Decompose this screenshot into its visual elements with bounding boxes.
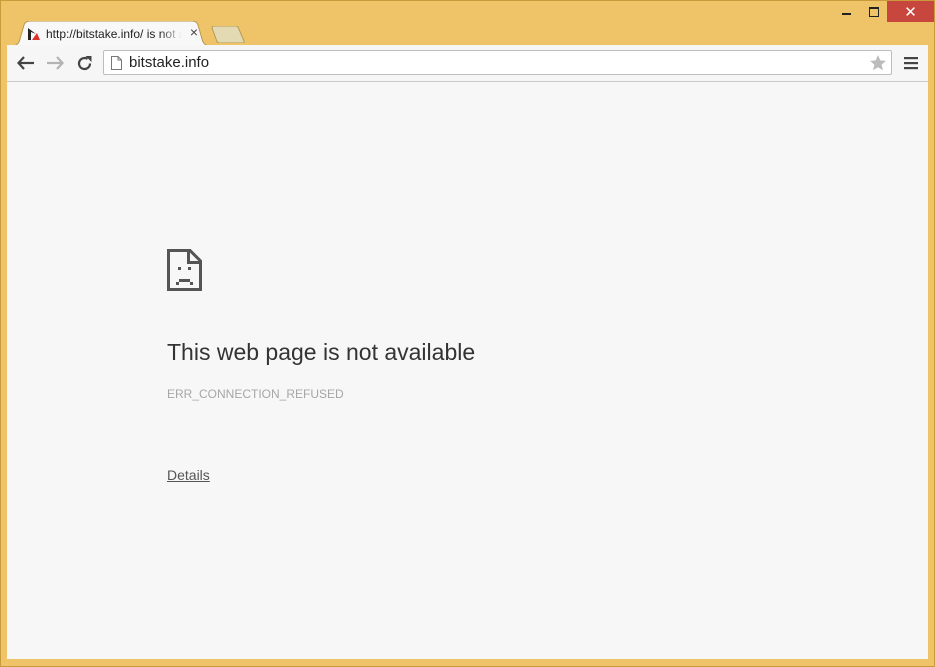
- page-content: This web page is not available ERR_CONNE…: [7, 82, 928, 659]
- arrow-right-icon: [47, 56, 64, 70]
- menu-button[interactable]: [900, 52, 922, 74]
- details-link[interactable]: Details: [167, 467, 210, 483]
- address-bar[interactable]: [103, 50, 892, 75]
- back-button[interactable]: [15, 52, 37, 74]
- close-icon: ✕: [904, 3, 917, 21]
- page-icon: [111, 56, 122, 70]
- error-title: This web page is not available: [167, 339, 476, 365]
- arrow-left-icon: [17, 56, 34, 70]
- browser-window: http://bitstake.info/ is not available ×…: [0, 0, 935, 667]
- minimize-icon: [842, 13, 851, 15]
- reload-button[interactable]: [73, 52, 95, 74]
- minimize-button[interactable]: [833, 1, 860, 22]
- reload-icon: [77, 55, 91, 70]
- maximize-button[interactable]: [860, 1, 887, 22]
- maximize-icon: [868, 6, 879, 17]
- toolbar: [7, 45, 928, 82]
- close-button[interactable]: ✕: [887, 1, 934, 22]
- tab-title: http://bitstake.info/ is not available: [46, 27, 182, 41]
- hamburger-icon: [904, 57, 918, 70]
- tab-close-icon[interactable]: ×: [187, 24, 201, 40]
- title-bar: http://bitstake.info/ is not available ×…: [1, 1, 934, 46]
- bitstake-logo-icon: [28, 28, 40, 40]
- url-input[interactable]: [129, 53, 849, 72]
- window-controls: ✕: [833, 1, 934, 23]
- star-icon[interactable]: [869, 54, 887, 72]
- new-tab-button[interactable]: [211, 26, 245, 43]
- tab-active[interactable]: http://bitstake.info/ is not available ×: [11, 21, 211, 46]
- error-code: ERR_CONNECTION_REFUSED: [167, 387, 344, 401]
- forward-button[interactable]: [44, 52, 66, 74]
- sad-page-icon: [167, 249, 202, 291]
